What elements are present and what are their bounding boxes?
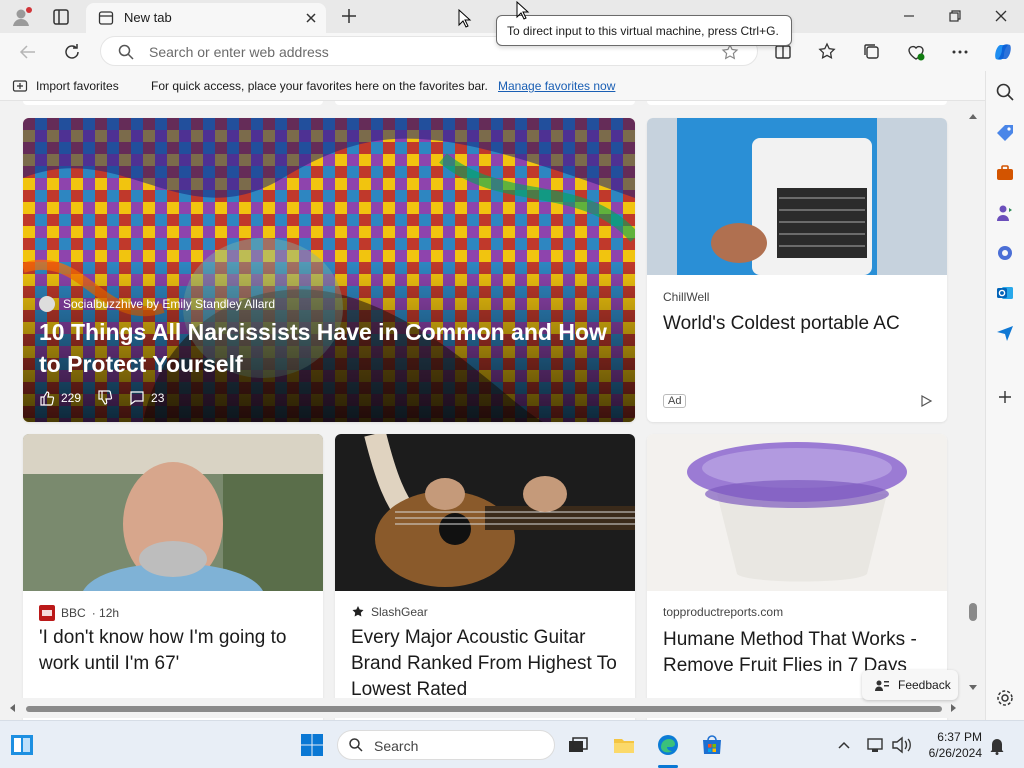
favorites-bar-message: For quick access, place your favorites h… [151,79,488,93]
tools-icon[interactable] [994,162,1016,184]
scroll-left-icon[interactable] [8,703,18,713]
chevron-up-icon[interactable] [836,733,852,757]
edge-sidebar [985,71,1024,720]
article-card-source: topproductreports.com [663,605,784,619]
start-icon[interactable] [300,733,324,757]
search-icon [349,738,363,752]
hero-article-source: Socialbuzzhive by Emily Standley Allard [39,296,275,312]
thumbs-down-icon [98,390,113,405]
file-explorer-icon[interactable] [612,733,636,757]
article-card-image [647,434,947,591]
favorites-icon[interactable] [817,41,839,63]
microsoft-store-icon[interactable] [700,733,724,757]
new-tab-button[interactable] [338,5,360,27]
scroll-right-icon[interactable] [948,703,958,713]
thumbs-up-icon [40,391,55,406]
browser-essentials-icon[interactable] [905,41,927,63]
bbc-logo-icon [39,605,55,621]
collections-icon[interactable] [861,41,883,63]
newtab-page-icon [98,11,114,25]
feedback-button[interactable]: Feedback [862,670,958,700]
article-card[interactable]: BBC · 12h 'I don't know how I'm going to… [23,434,323,720]
close-tab-icon[interactable] [302,9,320,27]
import-favorites-button[interactable]: Import favorites [36,79,119,93]
task-view-icon[interactable] [566,733,590,757]
ad-card-image [647,118,947,275]
scroll-up-icon [969,114,977,119]
hero-article-title[interactable]: 10 Things All Narcissists Have in Common… [39,316,619,380]
close-window-icon[interactable] [990,5,1012,27]
shopping-tag-icon[interactable] [994,122,1016,144]
vertical-scrollbar[interactable] [965,101,981,698]
notifications-icon[interactable] [988,733,1006,757]
hero-article-card[interactable]: Socialbuzzhive by Emily Standley Allard … [23,118,635,422]
adchoices-icon[interactable] [919,394,933,408]
comment-icon [130,391,144,406]
profile-icon[interactable] [10,6,32,28]
add-sidebar-app-icon[interactable] [994,386,1016,408]
outlook-icon[interactable] [994,282,1016,304]
import-favorites-icon [12,80,28,92]
comments-button[interactable]: 23 [129,390,164,406]
slashgear-logo-icon [352,606,364,617]
clock[interactable]: 6:37 PM 6/26/2024 [924,729,982,761]
minimize-icon[interactable] [898,5,920,27]
article-card-source: SlashGear [351,605,428,619]
hero-article-reactions: 229 23 [39,390,164,406]
ad-card-title[interactable]: World's Coldest portable AC [663,311,933,337]
ad-card[interactable]: ChillWell World's Coldest portable AC Ad [647,118,947,422]
taskbar-search[interactable]: Search [337,730,555,760]
article-card-title[interactable]: Every Major Acoustic Guitar Brand Ranked… [351,625,621,703]
task-view-widget-icon[interactable] [10,733,34,757]
mouse-cursor-icon [516,1,530,20]
microsoft-365-icon[interactable] [994,242,1016,264]
mouse-cursor-icon [458,9,472,28]
article-card-image [23,434,323,591]
network-icon[interactable] [866,733,886,757]
article-card-source: BBC · 12h [39,605,119,621]
volume-icon[interactable] [890,733,912,757]
article-card-image [335,434,635,591]
publisher-logo-icon [39,296,55,312]
article-card-title[interactable]: 'I don't know how I'm going to work unti… [39,625,309,677]
tab-new-tab[interactable]: New tab [86,3,326,33]
copilot-icon[interactable] [990,39,1016,65]
search-icon[interactable] [994,81,1016,103]
edge-browser-icon[interactable] [656,733,680,757]
favorites-bar: Import favorites For quick access, place… [0,71,985,101]
restore-icon[interactable] [944,5,966,27]
dislike-button[interactable] [97,390,113,406]
more-options-icon[interactable] [949,41,971,63]
games-icon[interactable] [994,202,1016,224]
news-feed: Socialbuzzhive by Emily Standley Allard … [0,101,985,720]
address-placeholder: Search or enter web address [149,44,329,60]
windows-taskbar: Search 6:37 PM 6/26/2024 [0,720,1024,768]
settings-gear-icon[interactable] [994,687,1016,709]
ad-card-source: ChillWell [663,290,710,304]
vm-input-tooltip: To direct input to this virtual machine,… [496,15,792,46]
horizontal-scrollbar[interactable] [0,698,965,718]
send-icon[interactable] [994,322,1016,344]
scroll-down-icon [969,685,977,690]
ad-badge: Ad [663,394,687,408]
feedback-icon [875,680,889,691]
search-icon [118,44,134,60]
manage-favorites-link[interactable]: Manage favorites now [498,79,615,93]
tab-title: New tab [124,10,172,25]
refresh-icon[interactable] [61,41,83,63]
tab-actions-icon[interactable] [50,6,72,28]
back-icon[interactable] [17,41,39,63]
like-button[interactable]: 229 [39,390,81,406]
article-card[interactable]: SlashGear Every Major Acoustic Guitar Br… [335,434,635,720]
